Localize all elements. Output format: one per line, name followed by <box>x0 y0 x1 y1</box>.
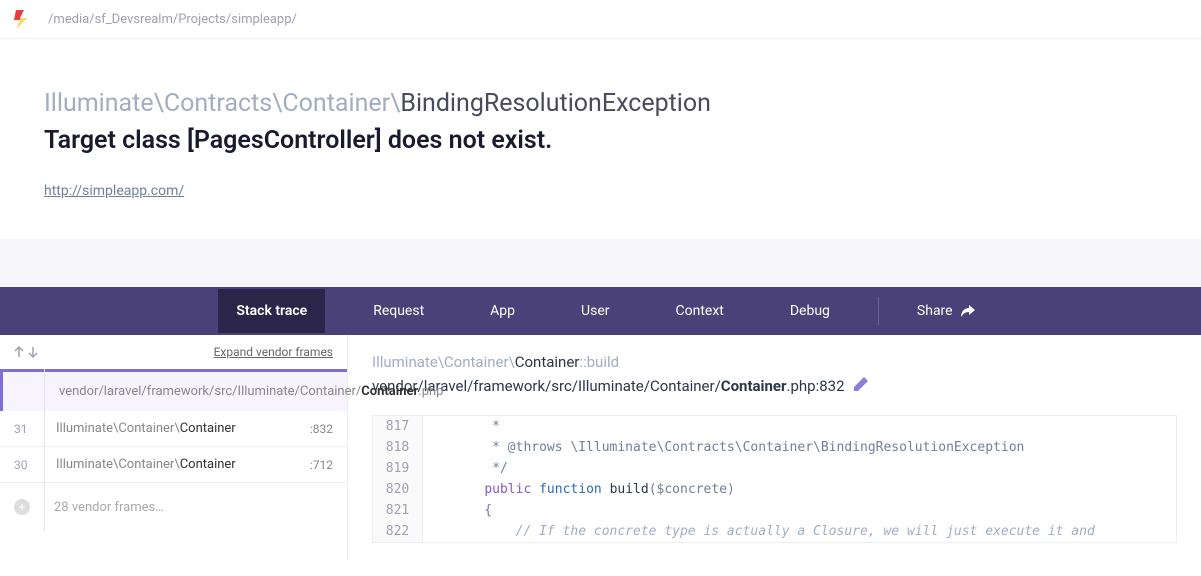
project-path: /media/sf_Devsrealm/Projects/simpleapp/ <box>48 12 297 27</box>
tab-separator <box>878 297 879 325</box>
stack-frame-selected[interactable]: vendor/laravel/framework/src/Illuminate/… <box>0 369 347 411</box>
frame-line: :712 <box>310 458 333 472</box>
tab-debug[interactable]: Debug <box>772 289 848 333</box>
frame-nav-arrows <box>14 346 38 358</box>
frame-number: 30 <box>14 458 44 472</box>
exception-title: Illuminate\Contracts\Container\BindingRe… <box>44 89 1157 118</box>
code-line: 822 // If the concrete type is actually … <box>373 521 1176 542</box>
tab-user[interactable]: User <box>563 289 627 333</box>
frame-line: :832 <box>310 422 333 436</box>
tab-app[interactable]: App <box>472 289 533 333</box>
request-url-link[interactable]: http://simpleapp.com/ <box>44 183 184 199</box>
code-line: 817 * <box>373 416 1176 437</box>
vendor-frames-collapsed[interactable]: + 28 vendor frames… <box>0 482 347 531</box>
code-class-header: Illuminate\Container\Container::build <box>372 353 1177 371</box>
stack-frame-row[interactable]: 31 Illuminate\Container\Container :832 <box>0 411 347 446</box>
code-block: 817 * 818 * @throws \Illuminate\Contract… <box>372 415 1177 543</box>
code-line: 820 public function build($concrete) <box>373 479 1176 500</box>
tab-stack-trace[interactable]: Stack trace <box>218 289 325 333</box>
share-button[interactable]: Share <box>909 303 983 319</box>
stack-frame-row[interactable]: 30 Illuminate\Container\Container :712 <box>0 446 347 482</box>
flare-logo-icon <box>14 10 30 28</box>
arrow-down-icon[interactable] <box>28 346 38 358</box>
share-icon <box>961 305 975 317</box>
plus-icon: + <box>14 499 30 515</box>
code-line: 819 */ <box>373 458 1176 479</box>
expand-vendor-frames-link[interactable]: Expand vendor frames <box>214 345 333 359</box>
vendor-frames-label: 28 vendor frames… <box>54 500 164 515</box>
frame-path: Illuminate\Container\Container <box>56 421 302 436</box>
exception-class: BindingResolutionException <box>400 89 711 118</box>
pencil-icon[interactable] <box>854 377 868 395</box>
tab-request[interactable]: Request <box>355 289 442 333</box>
code-preview-panel: Illuminate\Container\Container::build ve… <box>348 335 1201 561</box>
arrow-up-icon[interactable] <box>14 346 24 358</box>
tab-context[interactable]: Context <box>658 289 742 333</box>
code-file-path: vendor/laravel/framework/src/Illuminate/… <box>372 377 1177 395</box>
exception-message: Target class [PagesController] does not … <box>44 126 1157 155</box>
frame-number: 31 <box>14 422 44 436</box>
tab-bar: Stack trace Request App User Context Deb… <box>0 287 1201 335</box>
exception-namespace: Illuminate\Contracts\Container\ <box>44 89 400 118</box>
code-line: 818 * @throws \Illuminate\Contracts\Cont… <box>373 437 1176 458</box>
code-line: 821 { <box>373 500 1176 521</box>
share-label: Share <box>917 303 953 319</box>
stack-frames-panel: Expand vendor frames vendor/laravel/fram… <box>0 335 348 561</box>
frame-path: Illuminate\Container\Container <box>56 457 302 472</box>
